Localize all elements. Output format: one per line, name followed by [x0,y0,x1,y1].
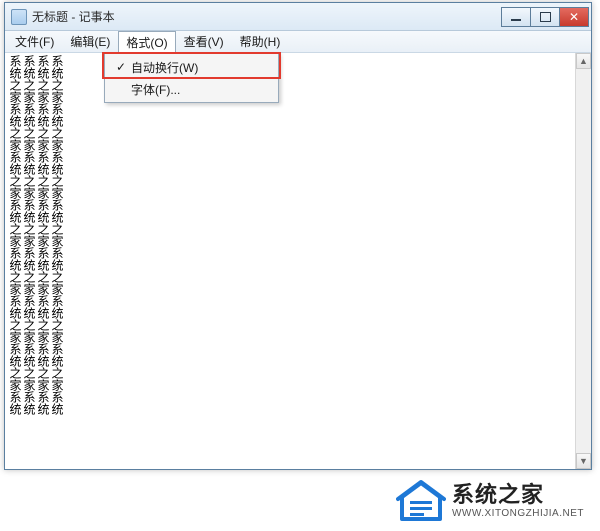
watermark: 系统之家 WWW.XITONGZHIJIA.NET [396,479,584,523]
scroll-up-button[interactable]: ▲ [576,53,591,69]
close-button[interactable] [559,7,589,27]
app-icon [11,9,27,25]
menu-format[interactable]: 格式(O) [118,31,175,53]
menu-item-label: 字体(F)... [131,81,268,98]
scroll-down-button[interactable]: ▼ [576,453,591,469]
watermark-cn: 系统之家 [452,483,584,507]
editor-text-col: 系统之家系统之家系统之家系统之家系统之家系统之家系统之家系统 [50,55,64,415]
minimize-button[interactable] [501,7,531,27]
text-editor[interactable]: 系统之家系统之家系统之家系统之家系统之家系统之家系统之家系统 系统之家系统之家系… [6,53,590,468]
menu-item-label: 自动换行(W) [131,59,268,76]
titlebar[interactable]: 无标题 - 记事本 [5,3,591,31]
menu-item-font[interactable]: 字体(F)... [107,78,276,100]
maximize-button[interactable] [530,7,560,27]
menu-edit[interactable]: 编辑(E) [62,31,118,52]
editor-text-col: 系统之家系统之家系统之家系统之家系统之家系统之家系统之家系统 [22,55,36,415]
editor-text-col: 系统之家系统之家系统之家系统之家系统之家系统之家系统之家系统 [8,55,22,415]
editor-text-col: 系统之家系统之家系统之家系统之家系统之家系统之家系统之家系统 [36,55,50,415]
vertical-scrollbar[interactable]: ▲ ▼ [575,53,591,469]
menu-file[interactable]: 文件(F) [7,31,62,52]
menu-view[interactable]: 查看(V) [176,31,232,52]
format-dropdown: ✓ 自动换行(W) 字体(F)... [104,53,279,103]
watermark-text: 系统之家 WWW.XITONGZHIJIA.NET [452,483,584,518]
logo-icon [396,479,446,523]
menu-item-wordwrap[interactable]: ✓ 自动换行(W) [107,56,276,78]
menubar: 文件(F) 编辑(E) 格式(O) 查看(V) 帮助(H) [5,31,591,53]
window-title: 无标题 - 记事本 [32,8,502,25]
notepad-window: 无标题 - 记事本 文件(F) 编辑(E) 格式(O) 查看(V) 帮助(H) … [4,2,592,470]
menu-help[interactable]: 帮助(H) [232,31,289,52]
window-controls [502,7,589,27]
watermark-en: WWW.XITONGZHIJIA.NET [452,508,584,519]
check-icon: ✓ [111,60,131,74]
